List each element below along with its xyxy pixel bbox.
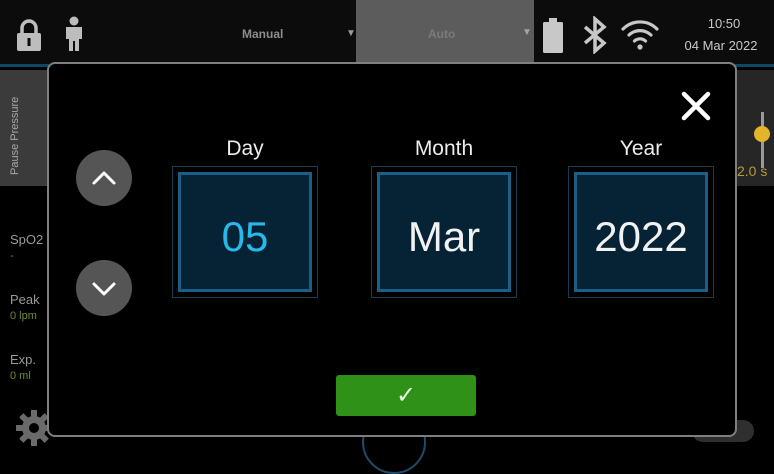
person-icon[interactable] xyxy=(62,16,86,52)
clock-date: 04 Mar 2022 xyxy=(684,38,758,53)
checkmark-icon: ✓ xyxy=(395,382,417,409)
month-field[interactable]: Mar xyxy=(371,166,517,298)
exp-value: 0 ml xyxy=(10,370,31,382)
year-field[interactable]: 2022 xyxy=(568,166,714,298)
peak-value: 0 lpm xyxy=(10,310,37,322)
slider-knob[interactable] xyxy=(754,126,770,142)
year-value: 2022 xyxy=(594,213,688,260)
mode-manual-label: Manual xyxy=(242,27,284,41)
mode-manual-dropdown[interactable]: Manual ▼ xyxy=(200,18,360,50)
day-field-frame: 05 xyxy=(178,172,312,292)
year-field-frame: 2022 xyxy=(574,172,708,292)
battery-icon xyxy=(543,18,563,53)
month-label: Month xyxy=(414,137,474,160)
year-label: Year xyxy=(619,137,663,160)
bluetooth-icon[interactable] xyxy=(580,16,610,54)
month-value: Mar xyxy=(407,213,481,260)
clock-time: 10:50 xyxy=(707,16,741,31)
chevron-up-icon xyxy=(92,171,116,185)
exp-label: Exp. xyxy=(10,352,37,367)
day-field[interactable]: 05 xyxy=(172,166,318,298)
pause-pressure-panel xyxy=(0,70,48,186)
lock-icon[interactable] xyxy=(14,18,44,52)
close-icon[interactable] xyxy=(676,86,716,126)
decrement-button[interactable] xyxy=(76,260,132,316)
month-field-frame: Mar xyxy=(377,172,511,292)
mode-auto-dropdown[interactable]: Auto ▼ xyxy=(356,0,534,64)
day-value: 05 xyxy=(221,213,269,260)
wifi-icon[interactable] xyxy=(620,16,660,52)
spo2-value: - xyxy=(10,250,14,262)
day-label: Day xyxy=(226,137,264,160)
peak-label: Peak xyxy=(10,292,40,307)
chevron-down-icon: ▼ xyxy=(346,28,356,39)
slider-value: 2.0 s xyxy=(737,163,768,179)
spo2-label: SpO2 xyxy=(10,232,44,247)
chevron-down-icon: ▼ xyxy=(522,27,532,38)
pause-pressure-label: Pause Pressure xyxy=(9,96,21,175)
confirm-button[interactable]: ✓ xyxy=(336,375,476,416)
increment-button[interactable] xyxy=(76,150,132,206)
chevron-down-icon xyxy=(92,282,116,296)
mode-auto-label: Auto xyxy=(428,27,456,41)
